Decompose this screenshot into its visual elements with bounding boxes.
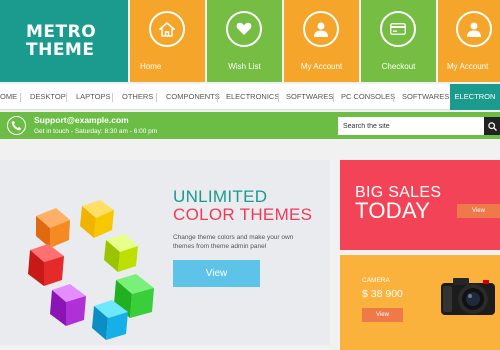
home-icon xyxy=(149,11,185,47)
nav-item-electronics-active[interactable]: ELECTRON xyxy=(450,84,500,110)
nav-item-softwares-2[interactable]: SOFTWARES xyxy=(402,84,449,110)
banner-view-button[interactable]: View xyxy=(173,260,260,287)
nav-separator xyxy=(66,93,67,102)
nav-separator xyxy=(333,93,334,102)
user-icon xyxy=(303,11,339,47)
user-icon xyxy=(456,11,492,47)
credit-card-icon xyxy=(380,11,416,47)
banner-title-line2: COLOR THEMES xyxy=(173,205,313,224)
promo-camera-view-button[interactable]: View xyxy=(362,308,403,322)
logo-line1: METRO xyxy=(26,22,97,42)
tile-label: My Account xyxy=(300,62,343,71)
nav-item-components[interactable]: COMPONENTS xyxy=(166,84,220,110)
tile-my-account[interactable]: My Account xyxy=(284,0,359,82)
nav-item-laptops[interactable]: LAPTOPS xyxy=(76,84,110,110)
nav-separator xyxy=(156,93,157,102)
header: METRO THEME Home Wish List My Account Ch… xyxy=(0,0,500,82)
tile-checkout[interactable]: Checkout xyxy=(361,0,436,82)
nav-separator xyxy=(393,93,394,102)
promo-sales-line2: TODAY xyxy=(355,198,431,223)
search-icon xyxy=(487,121,497,131)
tile-label: Home xyxy=(140,62,162,71)
nav-separator xyxy=(20,93,21,102)
nav-item-home[interactable]: OME xyxy=(0,84,17,110)
tile-label: My Account xyxy=(447,62,489,71)
tile-label: Wish List xyxy=(228,62,261,71)
color-cubes-image xyxy=(28,200,154,340)
support-email[interactable]: Support@example.com xyxy=(34,115,129,125)
nav-separator xyxy=(112,93,113,102)
promo-camera-price: $ 38 900 xyxy=(362,288,403,300)
nav-item-electronics[interactable]: ELECTRONICS xyxy=(226,84,279,110)
nav-item-pc-consoles[interactable]: PC CONSOLES xyxy=(341,84,395,110)
promo-camera-label: CAMERA xyxy=(362,277,390,284)
banner-description: Change theme colors and make your own th… xyxy=(173,234,294,250)
promo-big-sales[interactable]: BIG SALES TODAY View xyxy=(340,160,500,250)
promo-sales-view-button[interactable]: View xyxy=(457,204,500,218)
nav-item-others[interactable]: OTHERS xyxy=(122,84,153,110)
logo-line2: THEME xyxy=(26,40,95,60)
contact-hours: Get in touch - Saturday: 8:30 am - 6:00 … xyxy=(34,128,158,135)
phone-icon xyxy=(7,116,26,135)
tile-wishlist[interactable]: Wish List xyxy=(207,0,282,82)
logo[interactable]: METRO THEME xyxy=(0,0,128,82)
nav-item-softwares[interactable]: SOFTWARES xyxy=(286,84,333,110)
promo-camera[interactable]: CAMERA $ 38 900 View xyxy=(340,255,500,350)
search-input[interactable] xyxy=(338,117,484,135)
nav-separator xyxy=(217,93,218,102)
nav-separator xyxy=(278,93,279,102)
tile-label: Checkout xyxy=(381,62,416,71)
category-nav: OME DESKTOP LAPTOPS OTHERS COMPONENTS EL… xyxy=(0,84,500,110)
heart-icon xyxy=(226,11,262,47)
banner-title-line1: UNLIMITED xyxy=(173,187,268,206)
search-button[interactable] xyxy=(484,117,500,135)
tile-my-account-2[interactable]: My Account xyxy=(438,0,500,82)
nav-item-desktop[interactable]: DESKTOP xyxy=(30,84,66,110)
camera-image xyxy=(441,278,495,315)
tile-home[interactable]: Home xyxy=(130,0,205,82)
hero-banner: UNLIMITED COLOR THEMES Change theme colo… xyxy=(0,160,330,345)
